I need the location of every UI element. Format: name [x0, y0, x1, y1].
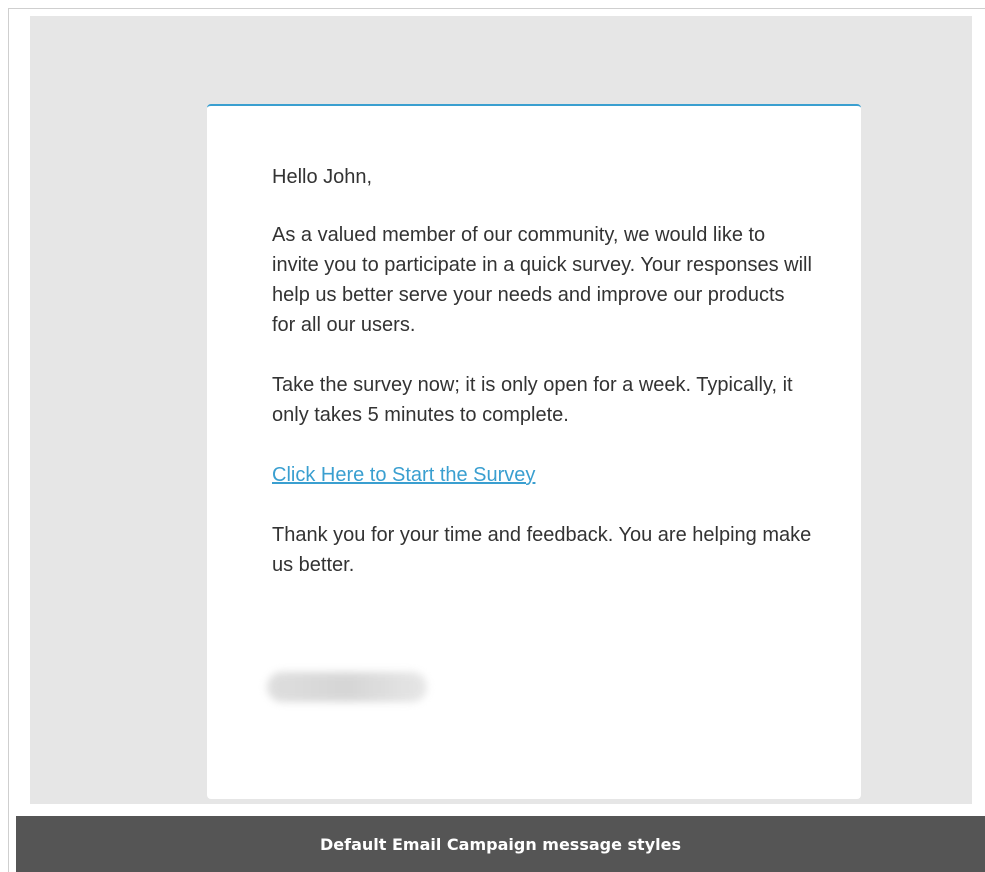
email-message-card: Hello John, As a valued member of our co…	[207, 104, 861, 799]
email-body: Hello John, As a valued member of our co…	[272, 162, 812, 610]
survey-link-paragraph: Click Here to Start the Survey	[272, 460, 812, 490]
email-paragraph-thanks: Thank you for your time and feedback. Yo…	[272, 524, 812, 576]
caption-bar: Default Email Campaign message styles	[16, 816, 985, 872]
start-survey-link[interactable]: Click Here to Start the Survey	[272, 464, 535, 486]
blurred-signature	[267, 672, 427, 702]
caption-text: Default Email Campaign message styles	[320, 834, 681, 854]
email-preview-canvas: Hello John, As a valued member of our co…	[30, 16, 972, 804]
email-paragraph-deadline: Take the survey now; it is only open for…	[272, 374, 793, 426]
email-paragraph-invite: As a valued member of our community, we …	[272, 224, 812, 336]
email-greeting: Hello John,	[272, 166, 373, 188]
